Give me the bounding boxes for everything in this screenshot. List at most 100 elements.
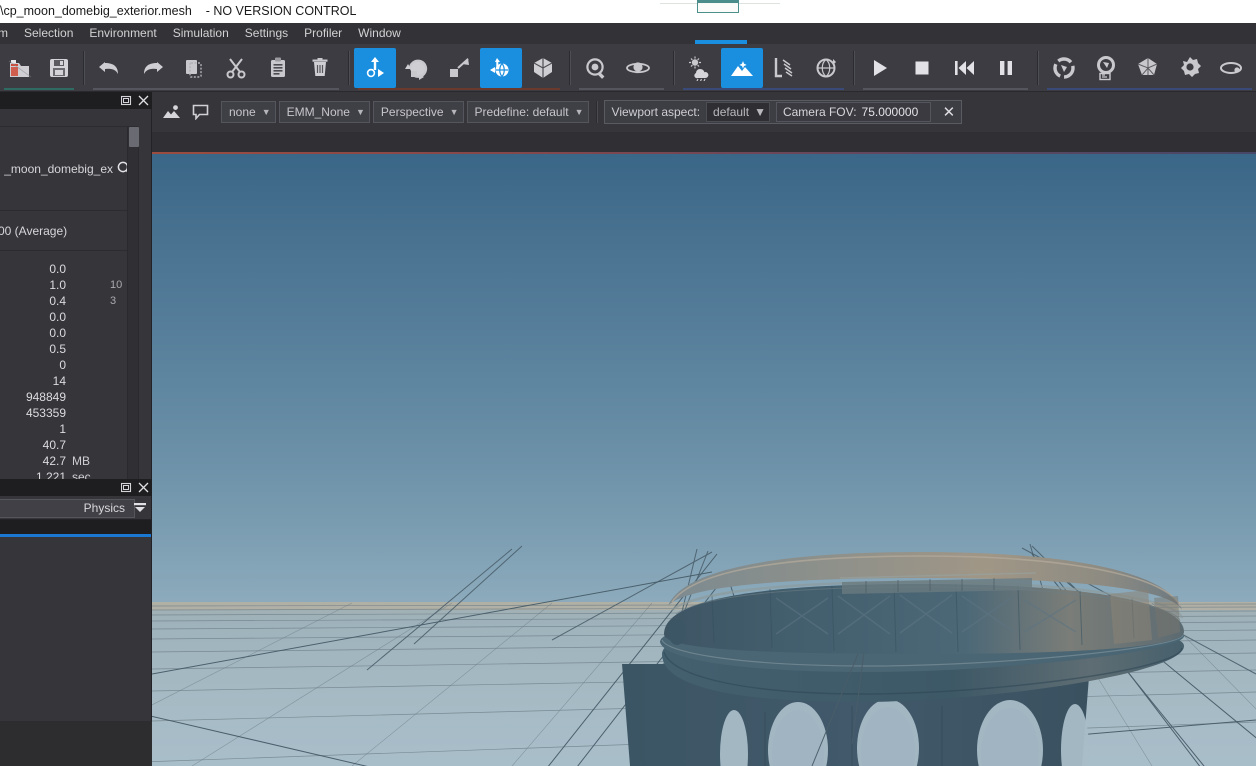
toolbar-separator xyxy=(673,51,674,85)
entity-blueprint-icon[interactable] xyxy=(1085,48,1127,88)
camera-fov-value: 75.000000 xyxy=(862,105,919,119)
mesh-shatter-icon[interactable] xyxy=(1127,48,1169,88)
panel-menu-icon[interactable] xyxy=(133,501,147,515)
stats-average-row: 00 (Average) xyxy=(0,211,138,251)
restore-window-icon[interactable] xyxy=(120,482,132,494)
emm-select[interactable]: EMM_None ▼ xyxy=(279,101,370,123)
stop-icon[interactable] xyxy=(901,48,943,88)
chevron-down-icon: ▼ xyxy=(450,107,459,117)
lighting-icon[interactable] xyxy=(763,48,805,88)
copy-icon[interactable] xyxy=(173,48,215,88)
chevron-down-icon: ▼ xyxy=(575,107,584,117)
toolbar-group-gizmo xyxy=(354,44,565,92)
delete-trash-icon[interactable] xyxy=(299,48,341,88)
toolbar-separator xyxy=(1037,51,1038,85)
physics-tab-label[interactable]: Physics xyxy=(84,501,127,515)
annotation-icon[interactable] xyxy=(187,100,213,124)
physics-panel: Physics xyxy=(0,479,152,721)
physics-joint-icon[interactable] xyxy=(1169,48,1211,88)
scale-gizmo-icon[interactable] xyxy=(438,48,480,88)
physics-panel-content xyxy=(0,537,151,721)
toolbar-separator xyxy=(348,51,349,85)
terrain-icon[interactable] xyxy=(721,48,763,88)
stats-toprow xyxy=(0,109,138,127)
close-icon[interactable] xyxy=(137,482,149,494)
world-transform-icon[interactable] xyxy=(480,48,522,88)
audio-emitter-icon[interactable] xyxy=(1211,48,1253,88)
overlay-select[interactable]: none ▼ xyxy=(221,101,276,123)
snap-vertex-icon[interactable] xyxy=(522,48,564,88)
group-underline-environment xyxy=(683,88,844,90)
menu-environment[interactable]: Environment xyxy=(81,23,164,44)
stats-row: 42.7 MB xyxy=(0,453,138,469)
stats-filter-value: _moon_domebig_ex xyxy=(4,162,113,176)
group-underline-systems xyxy=(1047,88,1252,90)
undo-icon[interactable] xyxy=(89,48,131,88)
left-dock: _moon_domebig_ex 00 (Average) xyxy=(0,92,152,766)
close-icon[interactable]: ✕ xyxy=(937,100,961,124)
orbit-camera-icon[interactable] xyxy=(617,48,659,88)
viewport-aspect-select[interactable]: default ▼ xyxy=(706,102,770,122)
projection-select[interactable]: Perspective ▼ xyxy=(373,101,464,123)
close-icon[interactable] xyxy=(137,95,149,107)
render-mode-icon[interactable] xyxy=(158,100,184,124)
open-file-icon[interactable] xyxy=(0,48,39,88)
stats-row-value: 453359 xyxy=(0,406,66,420)
menu-bar: rm Selection Environment Simulation Sett… xyxy=(0,23,1256,44)
stats-row-value: 0 xyxy=(0,358,66,372)
stats-content: _moon_domebig_ex 00 (Average) xyxy=(0,109,138,479)
toolbar-group-camera xyxy=(575,44,668,92)
stats-row-value: 0.0 xyxy=(0,310,66,324)
stats-row-value: 42.7 xyxy=(0,454,66,468)
application-window: \cp_moon_domebig_exterior.mesh - NO VERS… xyxy=(0,0,1256,766)
restore-window-icon[interactable] xyxy=(120,95,132,107)
play-icon[interactable] xyxy=(859,48,901,88)
render-canvas[interactable] xyxy=(152,154,1256,766)
stats-row: 453359 xyxy=(0,405,138,421)
stats-row-value: 40.7 xyxy=(0,438,66,452)
stats-row: e 40.7 xyxy=(0,437,138,453)
group-underline-file xyxy=(4,88,74,90)
save-icon[interactable] xyxy=(39,48,78,88)
menu-window[interactable]: Window xyxy=(350,23,409,44)
emm-select-value: EMM_None xyxy=(287,105,350,119)
stats-row-value: 0.5 xyxy=(0,342,66,356)
scrollbar-thumb[interactable] xyxy=(129,127,139,147)
cut-scissors-icon[interactable] xyxy=(215,48,257,88)
chevron-down-icon: ▼ xyxy=(262,107,271,117)
stats-panel: _moon_domebig_ex 00 (Average) xyxy=(0,92,152,479)
menu-selection[interactable]: Selection xyxy=(16,23,81,44)
zoom-selection-icon[interactable] xyxy=(575,48,617,88)
global-illumination-icon[interactable] xyxy=(805,48,847,88)
menu-profiler[interactable]: Profiler xyxy=(296,23,350,44)
toolbar-separator xyxy=(853,51,854,85)
paste-clipboard-icon[interactable] xyxy=(257,48,299,88)
title-bar: \cp_moon_domebig_exterior.mesh - NO VERS… xyxy=(0,0,1256,23)
version-control-status: - NO VERSION CONTROL xyxy=(206,4,357,18)
vertical-scrollbar[interactable] xyxy=(127,127,139,479)
stats-row-value: 14 xyxy=(0,374,66,388)
particle-system-icon[interactable] xyxy=(1043,48,1085,88)
pause-icon[interactable] xyxy=(985,48,1027,88)
menu-transform[interactable]: rm xyxy=(0,23,16,44)
move-gizmo-icon[interactable] xyxy=(354,48,396,88)
stats-row-value: 0.0 xyxy=(0,262,66,276)
chevron-down-icon: ▼ xyxy=(356,107,365,117)
stats-row: 0.0 xyxy=(0,261,138,277)
stats-row: 14 xyxy=(0,373,138,389)
predefine-select[interactable]: Predefine: default ▼ xyxy=(467,101,589,123)
stats-row-value: 0.4 xyxy=(0,294,66,308)
stats-panel-body: _moon_domebig_ex 00 (Average) xyxy=(0,109,152,479)
weather-icon[interactable] xyxy=(679,48,721,88)
stats-filter-row[interactable]: _moon_domebig_ex xyxy=(0,127,138,211)
menu-settings[interactable]: Settings xyxy=(237,23,296,44)
stats-row: 0 xyxy=(0,357,138,373)
redo-icon[interactable] xyxy=(131,48,173,88)
menu-simulation[interactable]: Simulation xyxy=(165,23,237,44)
stats-row-value: 1 xyxy=(0,422,66,436)
camera-fov-field[interactable]: Camera FOV: 75.000000 xyxy=(776,102,931,122)
toolbar-separator xyxy=(83,51,84,85)
overlapping-window-tab[interactable] xyxy=(697,0,739,13)
rewind-icon[interactable] xyxy=(943,48,985,88)
rotate-gizmo-icon[interactable] xyxy=(396,48,438,88)
